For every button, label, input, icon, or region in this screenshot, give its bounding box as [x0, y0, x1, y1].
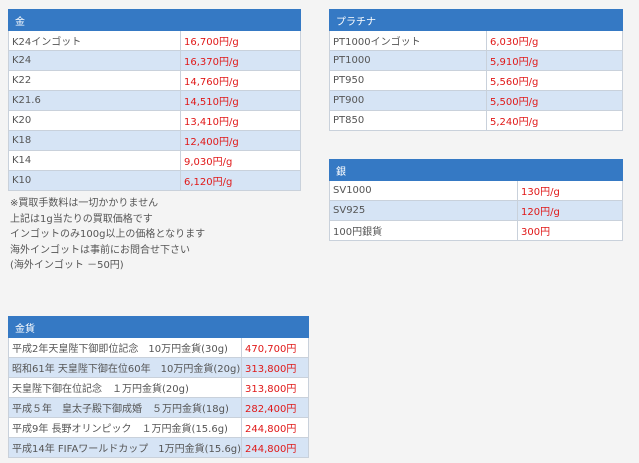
metal-price: 6,030円/g — [486, 30, 623, 51]
table-row: 天皇陛下御在位記念 １万円金貨(20g) 313,800円 — [8, 377, 309, 398]
metal-name: PT1000インゴット — [329, 30, 487, 51]
silver-table-title: 銀 — [329, 159, 623, 181]
metal-name: K22 — [8, 70, 181, 91]
metal-name: K18 — [8, 130, 181, 151]
table-row: K24 16,370円/g — [8, 50, 301, 71]
table-row: PT1000 5,910円/g — [329, 50, 623, 71]
table-row: K22 14,760円/g — [8, 70, 301, 91]
gold-coin-price-table: 金貨 平成2年天皇陛下御即位記念 10万円金貨(30g) 470,700円 昭和6… — [8, 316, 309, 458]
note-line: (海外インゴット －50円) — [10, 260, 124, 271]
metal-price: 300円 — [517, 220, 623, 241]
coin-name: 平成9年 長野オリンピック １万円金貨(15.6g) — [8, 417, 242, 438]
metal-name: PT900 — [329, 90, 487, 111]
metal-name: K20 — [8, 110, 181, 131]
coin-name: 平成2年天皇陛下御即位記念 10万円金貨(30g) — [8, 337, 242, 358]
metal-price: 130円/g — [517, 180, 623, 201]
coin-name: 昭和61年 天皇陛下御在位60年 10万円金貨(20g) — [8, 357, 242, 378]
metal-name: 100円銀貨 — [329, 220, 518, 241]
metal-price: 14,760円/g — [180, 70, 301, 91]
table-row: SV1000 130円/g — [329, 180, 623, 201]
coin-price: 244,800円 — [241, 437, 309, 458]
gold-table-title: 金 — [8, 9, 301, 31]
table-row: SV925 120円/g — [329, 200, 623, 221]
metal-price: 14,510円/g — [180, 90, 301, 111]
metal-name: K21.6 — [8, 90, 181, 111]
metal-price: 16,700円/g — [180, 30, 301, 51]
note-line: ※買取手数料は一切かかりません — [10, 198, 159, 209]
table-row: K14 9,030円/g — [8, 150, 301, 171]
coin-name: 平成５年 皇太子殿下御成婚 ５万円金貨(18g) — [8, 397, 242, 418]
table-row: 昭和61年 天皇陛下御在位60年 10万円金貨(20g) 313,800円 — [8, 357, 309, 378]
metal-name: PT950 — [329, 70, 487, 91]
metal-price: 5,240円/g — [486, 110, 623, 131]
table-row: K10 6,120円/g — [8, 170, 301, 191]
coin-price: 282,400円 — [241, 397, 309, 418]
table-row: 平成14年 FIFAワールドカップ 1万円金貨(15.6g) 244,800円 — [8, 437, 309, 458]
silver-price-panel: 銀 SV1000 130円/g SV925 120円/g 100円銀貨 300円 — [329, 159, 623, 241]
metal-name: K14 — [8, 150, 181, 171]
platinum-table-title: プラチナ — [329, 9, 623, 31]
metal-price: 16,370円/g — [180, 50, 301, 71]
table-row: PT900 5,500円/g — [329, 90, 623, 111]
table-row: 平成2年天皇陛下御即位記念 10万円金貨(30g) 470,700円 — [8, 337, 309, 358]
metal-price: 120円/g — [517, 200, 623, 221]
table-row: K18 12,400円/g — [8, 130, 301, 151]
table-row: 100円銀貨 300円 — [329, 220, 623, 241]
metal-name: SV925 — [329, 200, 518, 221]
metal-name: K10 — [8, 170, 181, 191]
metal-price: 5,560円/g — [486, 70, 623, 91]
platinum-price-panel: プラチナ PT1000インゴット 6,030円/g PT1000 5,910円/g … — [329, 9, 623, 131]
table-row: 平成9年 長野オリンピック １万円金貨(15.6g) 244,800円 — [8, 417, 309, 438]
table-row: K24インゴット 16,700円/g — [8, 30, 301, 51]
purchase-notes: ※買取手数料は一切かかりません 上記は1g当たりの買取価格です インゴットのみ1… — [10, 196, 205, 274]
coin-price: 244,800円 — [241, 417, 309, 438]
table-row: PT850 5,240円/g — [329, 110, 623, 131]
table-row: PT1000インゴット 6,030円/g — [329, 30, 623, 51]
note-line: インゴットのみ100g以上の価格となります — [10, 229, 206, 240]
coin-name: 天皇陛下御在位記念 １万円金貨(20g) — [8, 377, 242, 398]
metal-price: 5,500円/g — [486, 90, 623, 111]
coin-price: 313,800円 — [241, 357, 309, 378]
table-row: K20 13,410円/g — [8, 110, 301, 131]
note-line: 海外インゴットは事前にお問合せ下さい — [10, 244, 190, 256]
gold-price-table: 金 K24インゴット 16,700円/g K24 16,370円/g K22 14,7… — [8, 9, 301, 191]
platinum-price-table: プラチナ PT1000インゴット 6,030円/g PT1000 5,910円/g … — [329, 9, 623, 131]
gold-coin-table-title: 金貨 — [8, 316, 309, 338]
metal-name: SV1000 — [329, 180, 518, 201]
table-row: K21.6 14,510円/g — [8, 90, 301, 111]
metal-price: 12,400円/g — [180, 130, 301, 151]
gold-price-panel: 金 K24インゴット 16,700円/g K24 16,370円/g K22 14,7… — [8, 9, 301, 191]
coin-price: 313,800円 — [241, 377, 309, 398]
metal-name: K24 — [8, 50, 181, 71]
note-line: 上記は1g当たりの買取価格です — [10, 213, 153, 225]
metal-name: K24インゴット — [8, 30, 181, 51]
table-row: PT950 5,560円/g — [329, 70, 623, 91]
table-row: 平成５年 皇太子殿下御成婚 ５万円金貨(18g) 282,400円 — [8, 397, 309, 418]
metal-price: 9,030円/g — [180, 150, 301, 171]
metal-name: PT850 — [329, 110, 487, 131]
silver-price-table: 銀 SV1000 130円/g SV925 120円/g 100円銀貨 300円 — [329, 159, 623, 241]
coin-name: 平成14年 FIFAワールドカップ 1万円金貨(15.6g) — [8, 437, 242, 458]
metal-price: 13,410円/g — [180, 110, 301, 131]
coin-price: 470,700円 — [241, 337, 309, 358]
gold-coin-price-panel: 金貨 平成2年天皇陛下御即位記念 10万円金貨(30g) 470,700円 昭和6… — [8, 316, 309, 458]
metal-price: 6,120円/g — [180, 170, 301, 191]
metal-price: 5,910円/g — [486, 50, 623, 71]
metal-name: PT1000 — [329, 50, 487, 71]
